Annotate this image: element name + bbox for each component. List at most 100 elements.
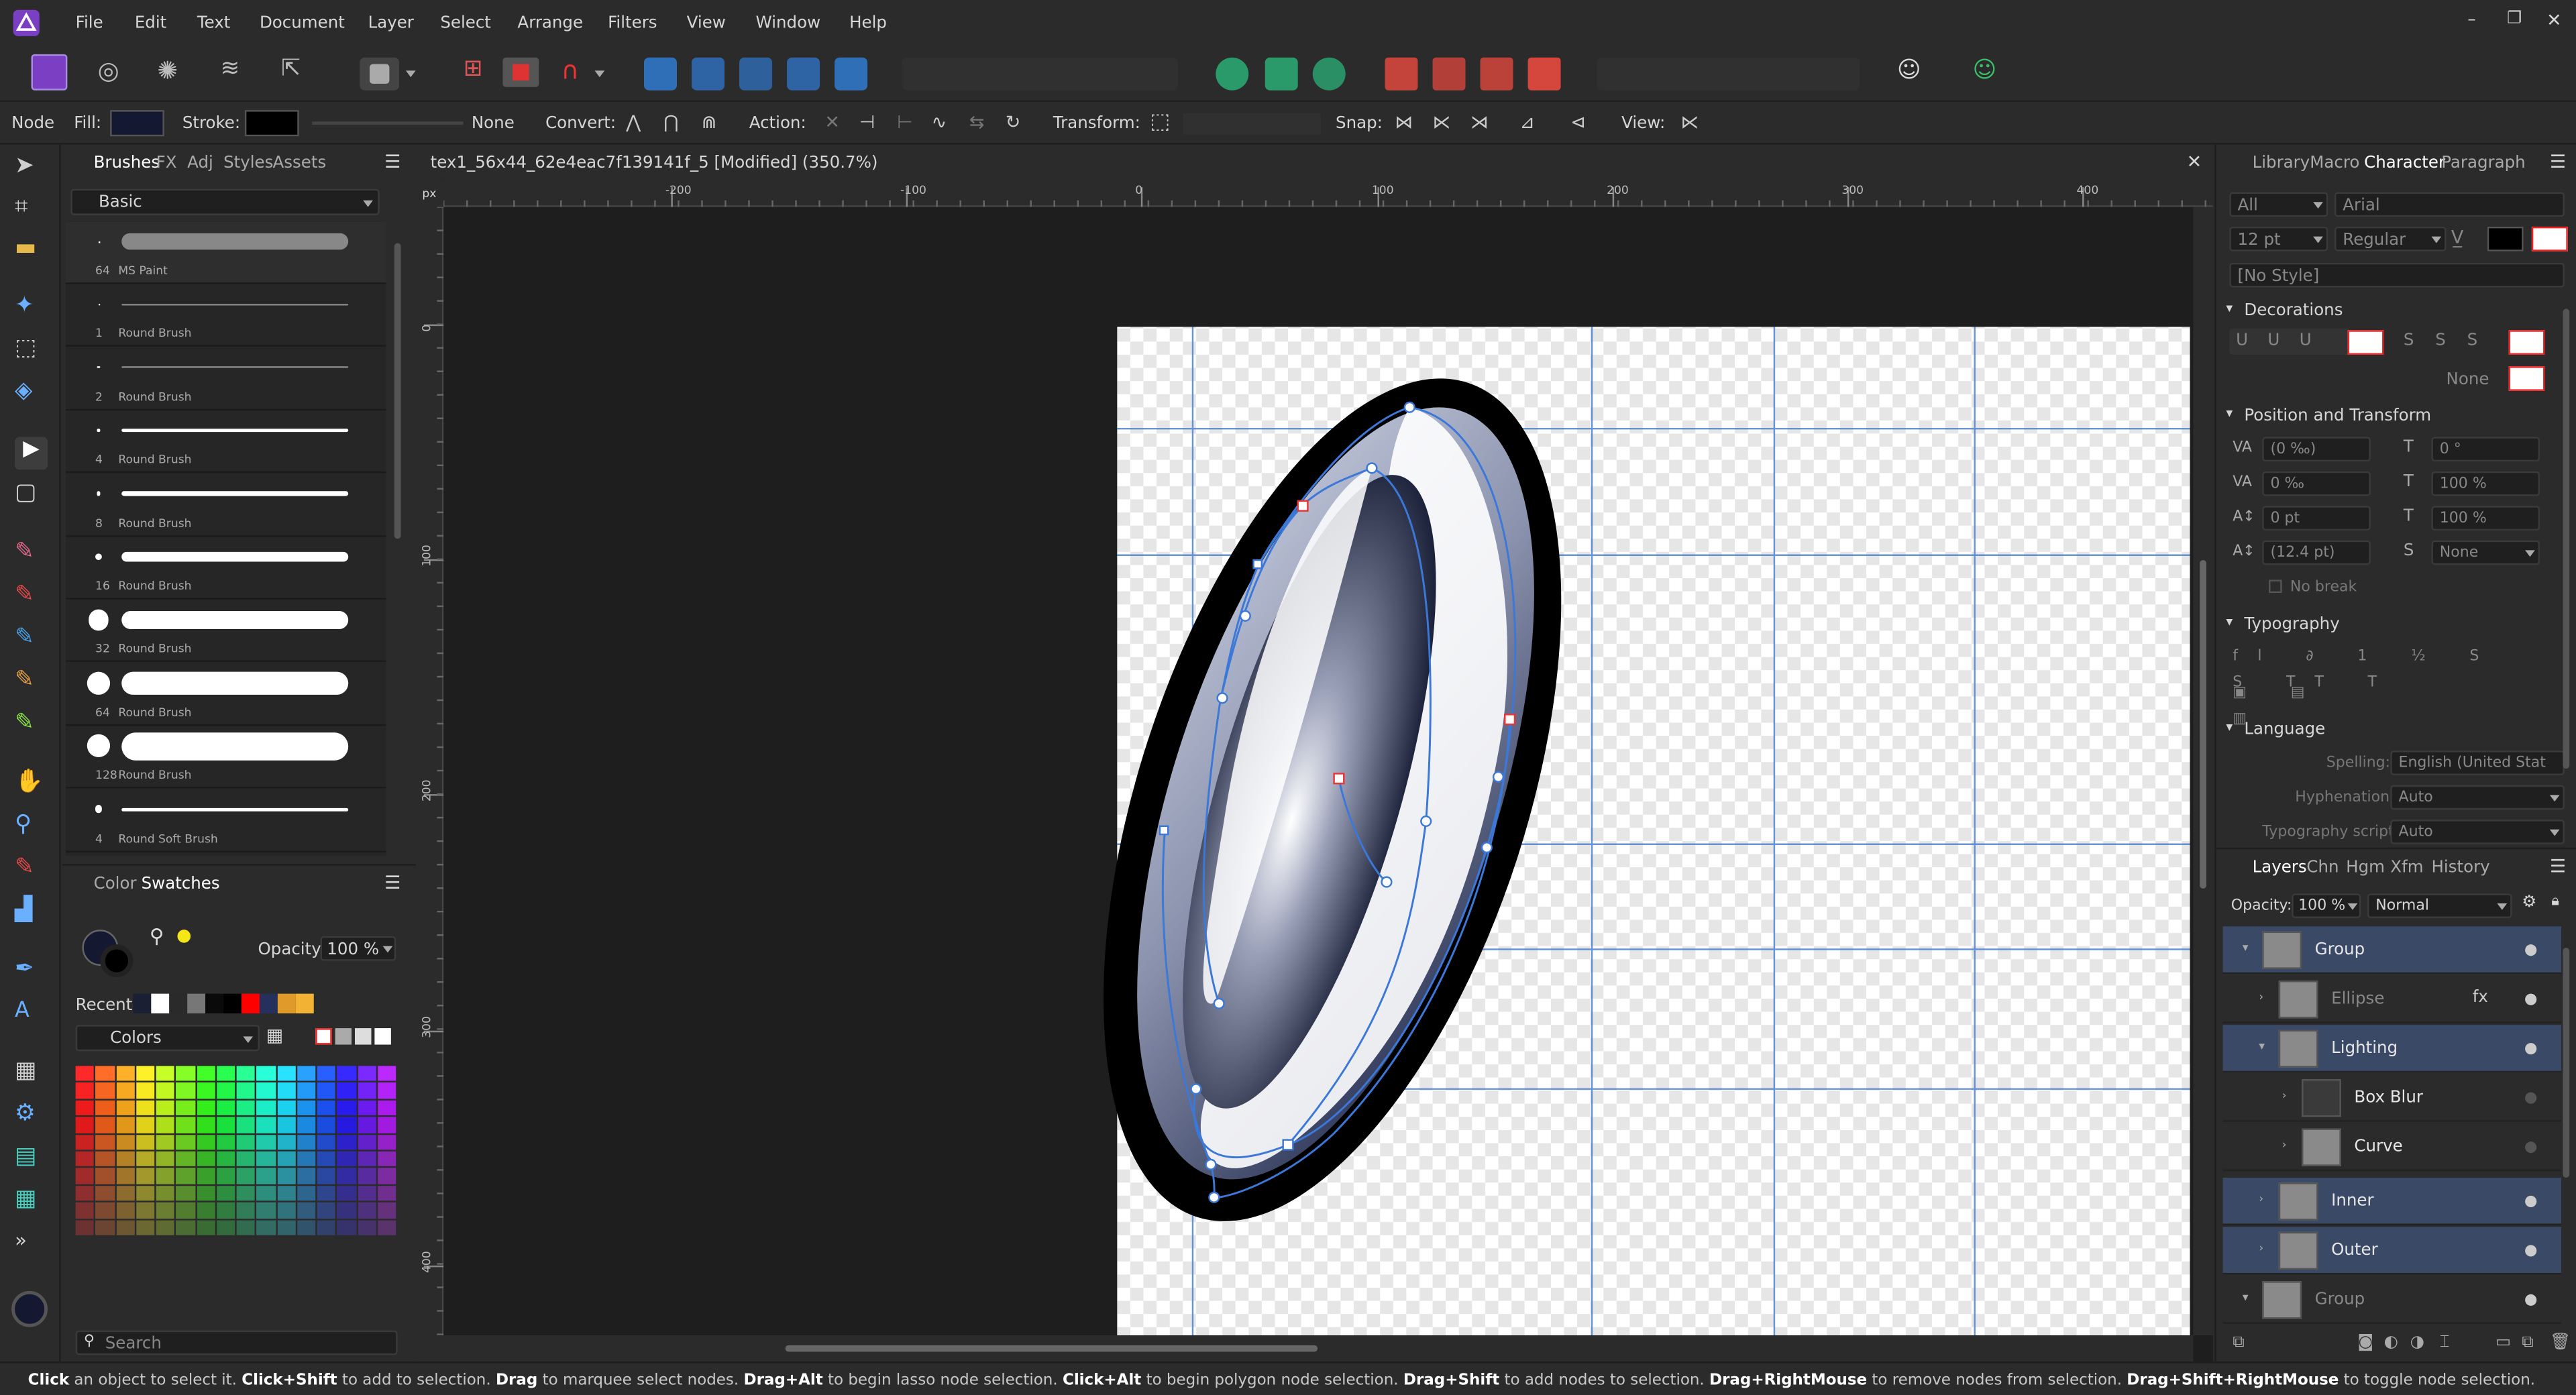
menu-window[interactable]: Window <box>756 15 821 32</box>
recent-swatch[interactable] <box>205 993 224 1014</box>
swatch-cell[interactable] <box>216 1185 235 1201</box>
swatch-cell[interactable] <box>156 1066 175 1082</box>
swatch-cell[interactable] <box>337 1203 356 1219</box>
swatch-cell[interactable] <box>317 1066 336 1082</box>
swatch-cell[interactable] <box>136 1117 155 1133</box>
rectangle-tool-icon[interactable]: ▢ <box>15 480 48 512</box>
swatch-cell[interactable] <box>236 1066 256 1082</box>
swatch-cell[interactable] <box>256 1219 276 1235</box>
brush-item[interactable]: 128 Round Brush <box>65 726 386 789</box>
swatch-cell[interactable] <box>95 1185 115 1201</box>
brush-item[interactable]: 64 Round Brush <box>65 663 386 726</box>
expand-icon[interactable]: › <box>2282 1090 2287 1102</box>
add-pixel-layer-icon[interactable]: ⌶ <box>2440 1335 2450 1351</box>
swatch-cell[interactable] <box>337 1151 356 1167</box>
swatch-cell[interactable] <box>176 1219 195 1235</box>
recent-colors[interactable] <box>133 993 327 1014</box>
swatch-cell[interactable] <box>236 1168 256 1184</box>
swatch-cell[interactable] <box>276 1219 296 1235</box>
swatch-cell[interactable] <box>156 1203 175 1219</box>
eraser-tool-icon[interactable]: ✎ <box>15 539 48 571</box>
swatch-cell[interactable] <box>276 1082 296 1099</box>
tab-channels[interactable]: Chn <box>2306 860 2339 877</box>
swatch-cell[interactable] <box>357 1082 376 1099</box>
swatch-cell[interactable] <box>337 1185 356 1201</box>
swatch-cell[interactable] <box>256 1100 276 1116</box>
swatch-cell[interactable] <box>317 1082 336 1099</box>
tab-swatches[interactable]: Swatches <box>142 877 220 893</box>
zoom-tool-icon[interactable]: ⚲ <box>15 812 48 844</box>
tab-layers[interactable]: Layers <box>2253 860 2307 877</box>
swatch-cell[interactable] <box>95 1117 115 1133</box>
vscale-field[interactable]: 100 % <box>2431 506 2540 531</box>
swatch-cell[interactable] <box>196 1151 215 1167</box>
gray-swatch[interactable] <box>335 1028 352 1045</box>
decoration-none-swatch[interactable] <box>2508 366 2545 391</box>
brush-item[interactable]: 4 Round Soft Brush <box>65 789 386 852</box>
recent-swatch[interactable] <box>151 993 170 1014</box>
swatch-cell[interactable] <box>216 1219 235 1235</box>
add-group-icon[interactable]: ▭ <box>2496 1335 2511 1351</box>
light-gray-swatch[interactable] <box>354 1028 372 1045</box>
swatch-cell[interactable] <box>297 1117 316 1133</box>
swatch-cell[interactable] <box>216 1117 235 1133</box>
smooth-curve-icon[interactable]: ⊢ <box>897 113 912 131</box>
swatch-cell[interactable] <box>176 1185 195 1201</box>
tab-macro[interactable]: Macro <box>2310 155 2359 172</box>
swatch-cell[interactable] <box>176 1066 195 1082</box>
swatch-cell[interactable] <box>115 1134 135 1150</box>
lock-icon[interactable]: 🔒︎ <box>2551 894 2559 910</box>
swatch-cell[interactable] <box>317 1168 336 1184</box>
swatch-cell[interactable] <box>115 1100 135 1116</box>
font-collection-select[interactable]: All <box>2229 192 2328 217</box>
rotation-field[interactable]: 0 ° <box>2431 437 2540 462</box>
swatch-cell[interactable] <box>136 1185 155 1201</box>
visibility-dot[interactable] <box>2525 944 2537 956</box>
gear-icon[interactable]: ⚙ <box>15 1101 48 1133</box>
convert-smooth-icon[interactable]: ⋂ <box>663 113 678 131</box>
menu-select[interactable]: Select <box>440 15 491 32</box>
move-forward-icon[interactable] <box>1432 57 1466 91</box>
swatch-cell[interactable] <box>196 1203 215 1219</box>
swatch-cell[interactable] <box>115 1082 135 1099</box>
menu-edit[interactable]: Edit <box>135 15 166 32</box>
spelling-select[interactable]: English (United Stat <box>2390 750 2565 775</box>
swatch-cell[interactable] <box>297 1151 316 1167</box>
swatch-grid[interactable] <box>75 1066 398 1237</box>
menu-text[interactable]: Text <box>197 15 231 32</box>
swatch-cell[interactable] <box>115 1066 135 1082</box>
swatch-cell[interactable] <box>337 1219 356 1235</box>
swatch-cell[interactable] <box>75 1168 95 1184</box>
swatch-cell[interactable] <box>297 1082 316 1099</box>
swatch-cell[interactable] <box>176 1100 195 1116</box>
inpainting-tool-icon[interactable]: ✎ <box>15 854 48 887</box>
visibility-dot[interactable] <box>2525 1245 2537 1257</box>
swatch-cell[interactable] <box>176 1117 195 1133</box>
typography-script-select[interactable]: Auto <box>2390 820 2565 844</box>
text-stroke-swatch[interactable] <box>2531 226 2568 252</box>
panel-menu-icon[interactable]: ☰ <box>384 153 400 171</box>
swatch-cell[interactable] <box>357 1134 376 1150</box>
close-document-icon[interactable]: ✕ <box>2187 153 2202 171</box>
tone-mapping-persona-icon[interactable]: ≋ <box>213 56 246 89</box>
snap-option-2-icon[interactable]: ⋉ <box>1433 113 1451 131</box>
swatch-cell[interactable] <box>337 1134 356 1150</box>
user-account-icon[interactable]: ☺ <box>1968 58 2001 91</box>
visibility-dot[interactable] <box>2525 1092 2537 1104</box>
layer-row[interactable]: ▾ Lighting <box>2222 1025 2561 1073</box>
stroke-color-circle[interactable] <box>100 944 133 978</box>
hscale-field[interactable]: 100 % <box>2431 471 2540 496</box>
flood-select-icon[interactable]: ◈ <box>15 378 48 410</box>
snapping-icon[interactable]: ∩ <box>553 56 586 89</box>
layer-row[interactable]: › Curve <box>2222 1123 2561 1172</box>
swatch-cell[interactable] <box>276 1185 296 1201</box>
swatch-cell[interactable] <box>156 1219 175 1235</box>
swatch-cell[interactable] <box>196 1185 215 1201</box>
expand-icon[interactable]: › <box>2259 1193 2263 1205</box>
tracking-field[interactable]: 0 ‰ <box>2262 471 2371 496</box>
layer-row[interactable]: ▾ Group <box>2222 1276 2561 1324</box>
swatch-cell[interactable] <box>136 1100 155 1116</box>
fill-swatch[interactable] <box>110 110 164 137</box>
tab-character[interactable]: Character <box>2364 155 2445 172</box>
visibility-dot[interactable] <box>2525 993 2537 1005</box>
